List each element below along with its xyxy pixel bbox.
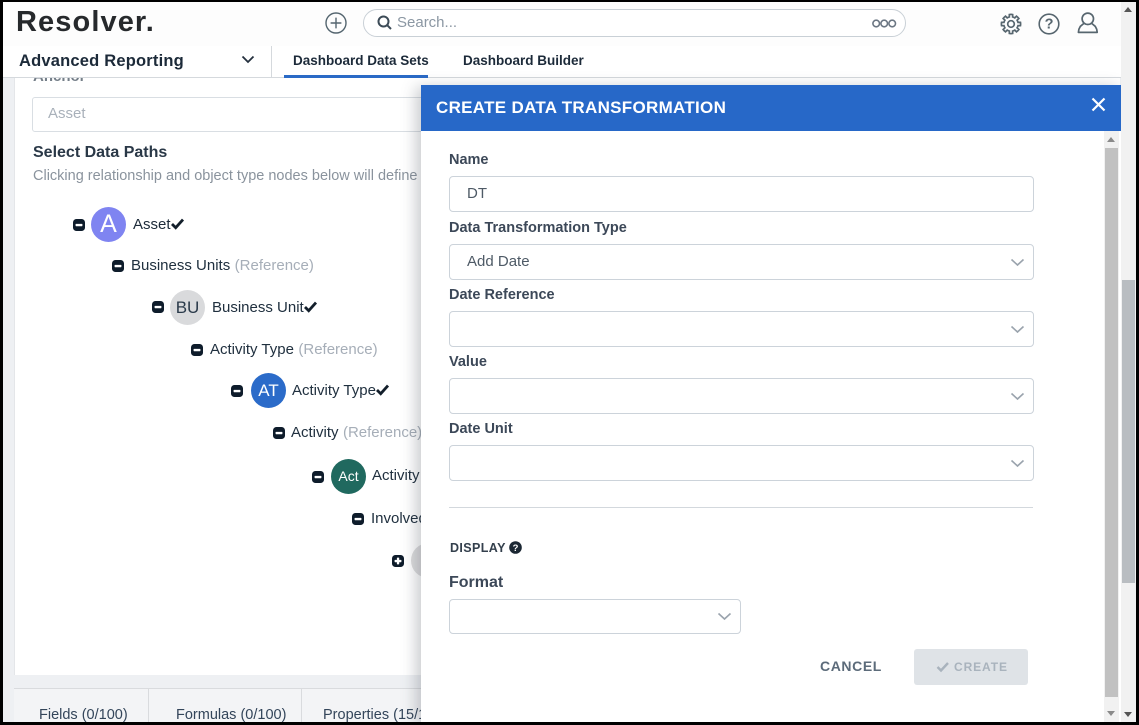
svg-text:?: ? — [513, 543, 519, 554]
svg-text:?: ? — [1045, 17, 1054, 33]
